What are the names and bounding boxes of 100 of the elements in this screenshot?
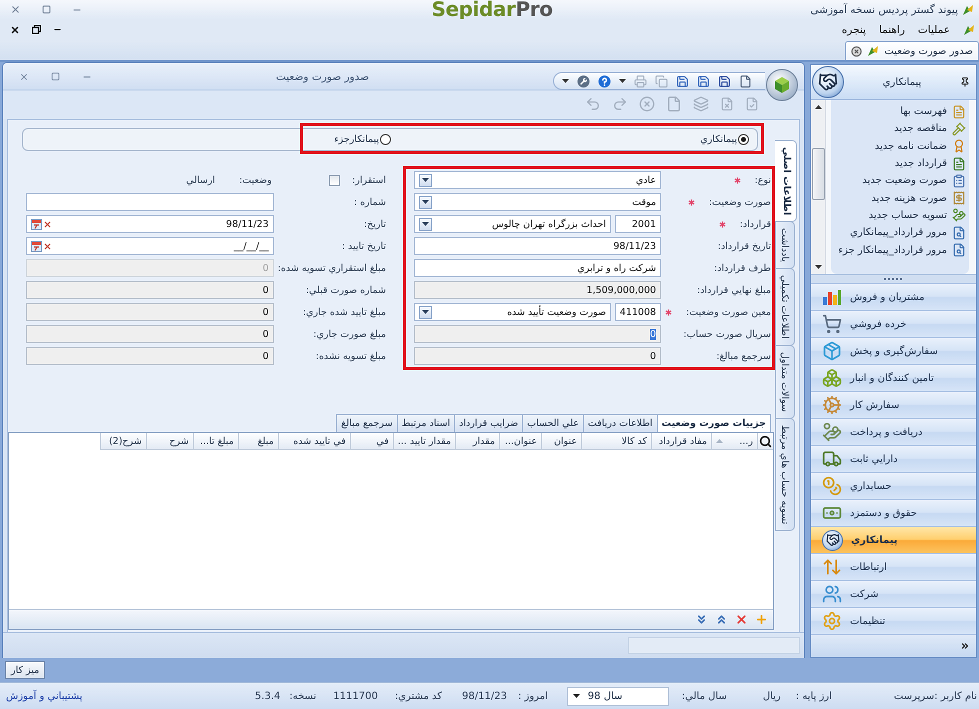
module-button[interactable]: حقوق و دستمزد: [811, 499, 976, 526]
select-field[interactable]: عادي: [414, 171, 662, 189]
chevrons-icon[interactable]: [960, 641, 970, 651]
column-header[interactable]: في تایید شده: [278, 433, 350, 450]
chevrons-up-icon[interactable]: [715, 613, 728, 626]
radio-option[interactable]: پیمانکارجزء: [334, 134, 391, 145]
text-field[interactable]: 0: [26, 325, 274, 343]
column-header[interactable]: مقدار: [455, 433, 499, 450]
select-field[interactable]: احداث بزرگراه تهران چالوس: [414, 215, 612, 233]
maximize-icon[interactable]: [42, 5, 51, 14]
text-field[interactable]: 0: [26, 303, 274, 321]
text-field[interactable]: 0: [414, 325, 662, 343]
date-field[interactable]: __/__/__: [26, 237, 274, 255]
scroll-down-icon[interactable]: [814, 265, 822, 269]
sidebar-item[interactable]: فهرست بها: [831, 103, 966, 120]
module-button[interactable]: سفارش کار: [811, 391, 976, 418]
column-header[interactable]: مقدار تایید ...: [392, 433, 455, 450]
column-header[interactable]: ر...: [711, 433, 757, 450]
text-field[interactable]: 0: [414, 347, 662, 365]
sidebar-item[interactable]: قرارداد جدید: [831, 154, 966, 172]
column-header[interactable]: کد کالا: [581, 433, 651, 450]
dropdown-button[interactable]: [419, 306, 432, 318]
calendar-icon[interactable]: [31, 218, 42, 230]
tab[interactable]: علي الحساب: [522, 414, 584, 432]
column-header[interactable]: شرح(2): [100, 433, 146, 450]
search-button[interactable]: [757, 433, 773, 450]
module-button[interactable]: دارایي ثابت: [811, 445, 976, 472]
text-field[interactable]: 98/11/23: [414, 237, 662, 255]
select-field[interactable]: صورت وضعیت تأیید شده: [414, 303, 612, 321]
support-link[interactable]: پشتیباني و آموزش: [6, 690, 82, 702]
module-button[interactable]: تنظیمات: [811, 607, 976, 634]
side-tab[interactable]: یادداشت: [775, 221, 795, 270]
save-icon[interactable]: [697, 74, 710, 88]
sidebar-item[interactable]: صورت وضعیت جدید: [831, 172, 966, 190]
save-icon[interactable]: [718, 74, 731, 88]
restore-icon[interactable]: [32, 25, 41, 34]
maximize-icon[interactable]: [51, 72, 60, 81]
taskbar-button[interactable]: میز کار: [5, 661, 46, 679]
document-icon[interactable]: [739, 74, 752, 88]
column-header[interactable]: مبلغ: [238, 433, 278, 450]
pin-icon[interactable]: [960, 77, 970, 87]
scroll-up-icon[interactable]: [814, 105, 822, 109]
sidebar-item[interactable]: ضمانت نامه جدید: [831, 138, 966, 155]
radio-option[interactable]: پیمانکاري: [700, 134, 749, 145]
module-button[interactable]: پیمانکاري: [811, 526, 976, 553]
sidebar-item[interactable]: تسویه حساب جدید: [831, 206, 966, 224]
sidebar-item[interactable]: صورت هزینه جدید: [831, 189, 966, 207]
tab[interactable]: جزییات صورت وضعیت: [656, 414, 771, 432]
dropdown-button[interactable]: [419, 196, 432, 208]
module-button[interactable]: شرکت: [811, 580, 976, 607]
column-header[interactable]: عنوان: [541, 433, 581, 450]
checkbox[interactable]: [329, 174, 340, 186]
column-header[interactable]: مفاد قرارداد: [651, 433, 711, 450]
scrollbar-thumb[interactable]: [812, 148, 824, 200]
tab[interactable]: ضرایب قرارداد: [454, 414, 524, 432]
module-button[interactable]: تامین کنندگان و انبار: [811, 364, 976, 391]
text-field[interactable]: 0: [26, 347, 274, 365]
menu-item[interactable]: راهنما: [878, 24, 905, 36]
module-button[interactable]: مشتریان و فروش: [811, 283, 976, 310]
text-field[interactable]: 0: [26, 281, 274, 299]
text-field[interactable]: شرکت راه و ترابري: [414, 259, 662, 277]
menu-item[interactable]: عملیات: [918, 24, 950, 36]
column-header[interactable]: عنوان...: [499, 433, 541, 450]
dropdown-button[interactable]: [419, 174, 432, 186]
code-field[interactable]: 411008: [615, 303, 662, 321]
side-tab[interactable]: اطلاعات اصلي: [775, 140, 797, 222]
chevrons-down-icon[interactable]: [695, 613, 708, 626]
scrollbar[interactable]: [811, 100, 826, 274]
clear-icon[interactable]: [43, 220, 52, 228]
dropdown-button[interactable]: [419, 218, 432, 230]
calendar-icon[interactable]: [31, 240, 42, 252]
year-select[interactable]: سال 98: [566, 686, 669, 706]
module-button[interactable]: دریافت و پرداخت: [811, 418, 976, 445]
module-button[interactable]: خرده فروشي: [811, 310, 976, 337]
sidebar-item[interactable]: مرور قرارداد_پیمانکار جزء: [831, 241, 966, 259]
text-field[interactable]: 1,509,000,000: [414, 281, 662, 299]
column-header[interactable]: شرح: [146, 433, 193, 450]
help-icon[interactable]: [598, 74, 611, 88]
save-icon[interactable]: [676, 74, 689, 88]
tab[interactable]: اسناد مرتبط: [396, 414, 456, 432]
code-field[interactable]: 2001: [615, 215, 662, 233]
side-tab[interactable]: سوالات متداول: [775, 344, 795, 419]
clear-icon[interactable]: [43, 242, 52, 250]
document-tab[interactable]: صدور صورت وضعیت: [845, 41, 979, 60]
date-field[interactable]: 98/11/23: [26, 215, 274, 233]
module-button[interactable]: ارتباطات: [811, 553, 976, 580]
sidebar-item[interactable]: مرور قرارداد_پیمانکاري: [831, 224, 966, 242]
column-header[interactable]: في: [350, 433, 393, 450]
column-header[interactable]: مبلغ تا...: [192, 433, 238, 450]
module-button[interactable]: حسابداري: [811, 472, 976, 499]
sidebar-item[interactable]: مناقصه جدید: [831, 120, 966, 138]
menu-item[interactable]: پنجره: [842, 24, 866, 36]
select-field[interactable]: موقت: [414, 193, 662, 211]
cross-icon[interactable]: [735, 613, 748, 626]
logo-icon[interactable]: [766, 69, 798, 101]
wrench-icon[interactable]: [577, 74, 590, 88]
module-button[interactable]: سفارش‌گیری و پخش: [811, 337, 976, 364]
tab[interactable]: اطلاعات دریافت: [582, 414, 658, 432]
side-tab[interactable]: اطلاعات تکمیلي: [775, 268, 795, 346]
close-icon[interactable]: [851, 46, 862, 56]
